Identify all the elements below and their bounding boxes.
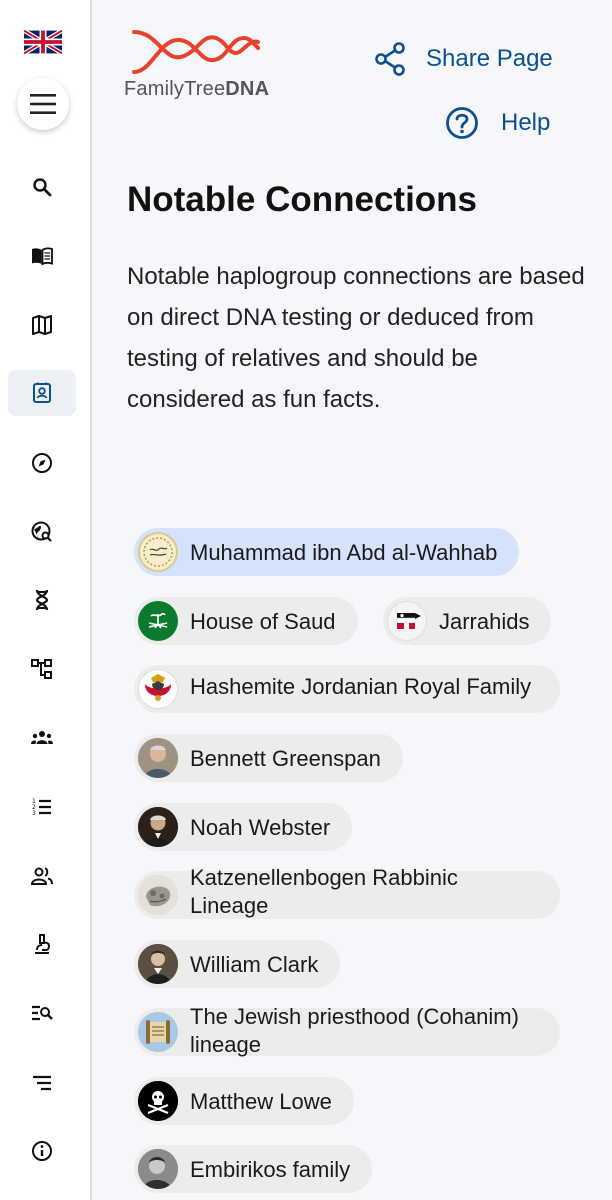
pirate-flag-avatar-icon: [138, 1081, 178, 1121]
scroll-avatar-icon: [138, 1012, 178, 1052]
connection-label: Noah Webster: [190, 814, 331, 840]
sidebar-item-search[interactable]: [8, 164, 76, 210]
connection-label: House of Saud: [190, 608, 336, 634]
portrait-avatar: [138, 944, 178, 984]
connection-label: Embirikos family: [190, 1156, 351, 1182]
connection-chip[interactable]: Embirikos family: [134, 1145, 373, 1193]
connection-label: Hashemite Jordanian Royal Family: [190, 674, 532, 699]
sidebar-item-compass[interactable]: [8, 440, 76, 486]
sidebar-item-contact[interactable]: [8, 370, 76, 416]
connection-chip[interactable]: Noah Webster: [134, 803, 353, 851]
sidebar-item-book[interactable]: [8, 233, 76, 279]
connection-chip[interactable]: Hashemite Jordanian Royal Family: [134, 665, 560, 713]
sidebar-item-map[interactable]: [8, 302, 76, 348]
hamburger-icon: [30, 94, 56, 114]
list-search-icon: [32, 1005, 53, 1021]
contact-card-icon: [33, 382, 51, 403]
search-icon: [33, 178, 52, 197]
dna-helix-logo-icon: [132, 30, 260, 74]
book-icon: [32, 247, 53, 266]
compass-icon: [32, 453, 52, 473]
connection-chip[interactable]: Katzenellenbogen Rabbinic Lineage: [134, 865, 560, 919]
sidebar-item-tree[interactable]: [8, 646, 76, 692]
portrait-avatar: [138, 807, 178, 847]
numbered-list-icon: 123: [32, 798, 51, 817]
people-icon: [30, 867, 53, 885]
saudi-flag-avatar-icon: [138, 601, 178, 641]
menu-button[interactable]: [17, 78, 69, 130]
page-title: Notable Connections: [127, 180, 478, 219]
connection-label: William Clark: [190, 951, 319, 977]
connection-label: Bennett Greenspan: [190, 745, 381, 771]
intro-paragraph: Notable haplogroup connections are based…: [127, 263, 585, 413]
connection-chip[interactable]: Matthew Lowe: [134, 1077, 354, 1125]
seal-avatar-icon: [138, 532, 178, 572]
connection-label: The Jewish priesthood (Cohanim) lineage: [190, 1004, 519, 1057]
connection-chip[interactable]: Jarrahids: [383, 597, 552, 645]
connection-chip[interactable]: Muhammad ibn Abd al-Wahhab: [134, 528, 520, 576]
sidebar-item-dna[interactable]: [8, 577, 76, 623]
connection-label: Muhammad ibn Abd al-Wahhab: [190, 539, 498, 565]
connection-chip[interactable]: The Jewish priesthood (Cohanim) lineage: [134, 1004, 560, 1057]
connection-label: Katzenellenbogen Rabbinic Lineage: [190, 865, 458, 918]
sidebar: 123: [0, 0, 92, 1200]
groups-icon: [31, 731, 53, 744]
share-icon: [375, 42, 405, 76]
uk-flag-icon[interactable]: [22, 28, 64, 56]
portrait-avatar: [138, 1149, 178, 1189]
share-page-link[interactable]: Share Page: [374, 42, 553, 76]
connection-chip[interactable]: House of Saud: [134, 597, 358, 645]
svg-text:3: 3: [32, 810, 36, 817]
connection-chip[interactable]: William Clark: [134, 940, 341, 988]
familytreedna-logo[interactable]: FamilyTreeDNA: [124, 26, 274, 102]
connection-chip[interactable]: Bennett Greenspan: [134, 734, 403, 782]
dna-icon: [35, 589, 49, 611]
sidebar-item-groups[interactable]: [8, 715, 76, 761]
sidebar-item-info[interactable]: [8, 1128, 76, 1174]
sidebar-item-list-search[interactable]: [8, 990, 76, 1036]
help-circle-icon: [446, 107, 478, 139]
logo-wordmark: FamilyTreeDNA: [124, 78, 270, 100]
person-photo-avatar: [138, 738, 178, 778]
microscope-icon: [35, 934, 51, 954]
sidebar-item-globe-search[interactable]: [8, 509, 76, 555]
sidebar-item-people[interactable]: [8, 853, 76, 899]
help-link[interactable]: Help: [445, 106, 550, 140]
info-icon: [32, 1141, 52, 1161]
sidebar-item-sort[interactable]: [8, 1060, 76, 1106]
map-icon: [32, 315, 52, 335]
stone-carving-avatar: [138, 875, 178, 915]
share-page-label: Share Page: [426, 45, 553, 72]
connection-label: Jarrahids: [439, 608, 530, 634]
sidebar-item-list[interactable]: 123: [8, 784, 76, 830]
sort-lines-icon: [33, 1075, 51, 1091]
connection-label: Matthew Lowe: [190, 1088, 332, 1114]
jordan-coat-of-arms-icon: [138, 669, 178, 709]
jarrahid-flag-avatar-icon: [387, 601, 427, 641]
tree-diagram-icon: [31, 659, 52, 679]
help-label: Help: [501, 109, 551, 136]
sidebar-item-microscope[interactable]: [8, 921, 76, 967]
globe-search-icon: [31, 521, 52, 542]
